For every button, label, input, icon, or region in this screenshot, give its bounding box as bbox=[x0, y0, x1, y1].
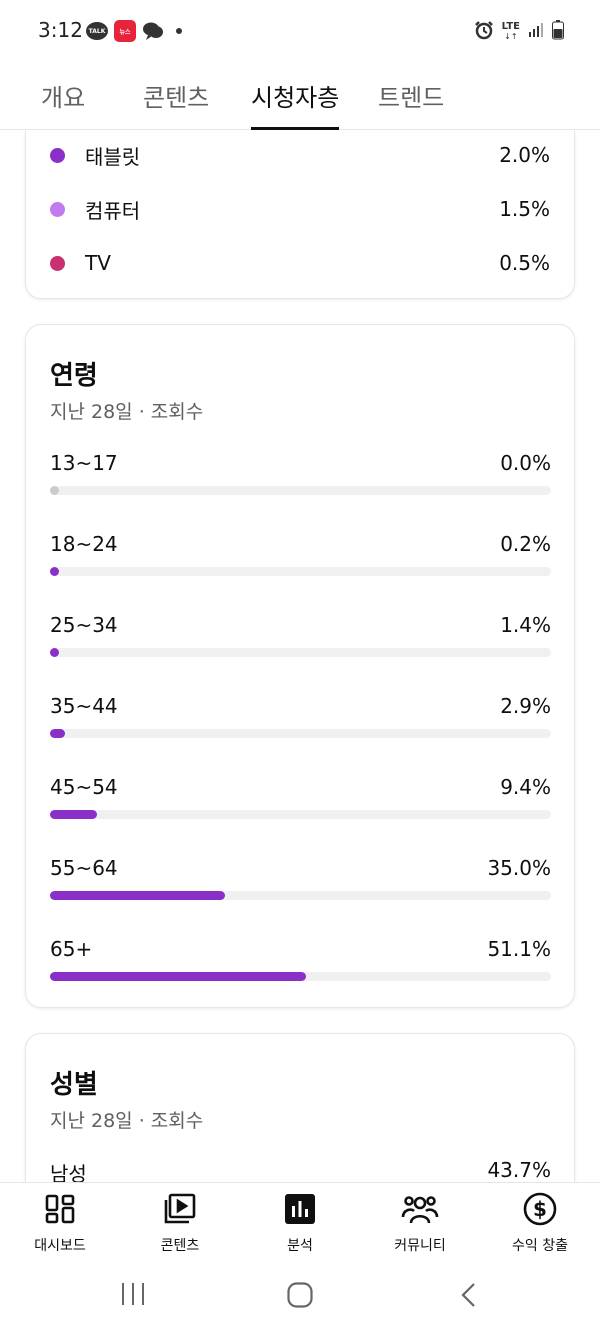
nav-monetization[interactable]: $ 수익 창출 bbox=[480, 1191, 600, 1255]
age-row: 13~17 0.0% bbox=[50, 451, 551, 521]
gender-card: 성별 지난 28일 · 조회수 남성 43.7% bbox=[25, 1033, 575, 1182]
age-label: 18~24 bbox=[50, 532, 118, 556]
legend-dot bbox=[50, 255, 65, 271]
more-notifications-dot-icon bbox=[176, 28, 182, 34]
gender-row: 남성 43.7% bbox=[50, 1158, 551, 1182]
device-type-card: 태블릿 2.0% 컴퓨터 1.5% TV 0.5% bbox=[25, 131, 575, 299]
age-bar-track bbox=[50, 729, 551, 738]
age-bar-track bbox=[50, 891, 551, 900]
kakaotalk-icon: TALK bbox=[86, 22, 108, 40]
device-label: 컴퓨터 bbox=[85, 198, 141, 223]
age-bar-track bbox=[50, 810, 551, 819]
age-bar-fill bbox=[50, 729, 65, 738]
tab-content[interactable]: 콘텐츠 bbox=[143, 78, 209, 130]
age-label: 65+ bbox=[50, 937, 93, 961]
notification-icons: TALK 뉴스 bbox=[86, 20, 182, 42]
device-value: 2.0% bbox=[499, 143, 550, 167]
age-card: 연령 지난 28일 · 조회수 13~17 0.0% 18~24 0.2% 25… bbox=[25, 324, 575, 1008]
age-value: 0.0% bbox=[500, 451, 551, 475]
card-subtitle: 지난 28일 · 조회수 bbox=[50, 401, 204, 423]
content-icon bbox=[120, 1191, 240, 1227]
device-value: 0.5% bbox=[499, 251, 550, 275]
age-row: 35~44 2.9% bbox=[50, 694, 551, 764]
age-bar-track bbox=[50, 567, 551, 576]
legend-dot bbox=[50, 201, 65, 217]
community-icon bbox=[360, 1191, 480, 1227]
analytics-content[interactable]: 태블릿 2.0% 컴퓨터 1.5% TV 0.5% 연령 지난 28일 · 조회… bbox=[0, 131, 600, 1182]
analytics-icon bbox=[240, 1191, 360, 1227]
device-row-tv: TV 0.5% bbox=[50, 248, 550, 278]
age-value: 2.9% bbox=[500, 694, 551, 718]
svg-text:$: $ bbox=[533, 1197, 547, 1221]
card-title: 연령 bbox=[50, 361, 98, 391]
tab-audience[interactable]: 시청자층 bbox=[251, 78, 340, 130]
age-bar-track bbox=[50, 648, 551, 657]
system-icons: LTE ↓↑ bbox=[474, 20, 564, 44]
status-time: 3:12 bbox=[38, 18, 83, 42]
nav-dashboard[interactable]: 대시보드 bbox=[0, 1191, 120, 1255]
age-value: 51.1% bbox=[487, 937, 551, 961]
age-value: 35.0% bbox=[487, 856, 551, 880]
dashboard-icon bbox=[0, 1191, 120, 1227]
age-value: 9.4% bbox=[500, 775, 551, 799]
home-icon[interactable] bbox=[287, 1282, 313, 1312]
age-bar-fill bbox=[50, 972, 306, 981]
age-label: 25~34 bbox=[50, 613, 118, 637]
age-bar-fill bbox=[50, 648, 59, 657]
device-label: TV bbox=[85, 251, 111, 275]
alarm-icon bbox=[474, 20, 494, 44]
device-value: 1.5% bbox=[499, 197, 550, 221]
age-value: 1.4% bbox=[500, 613, 551, 637]
nav-content[interactable]: 콘텐츠 bbox=[120, 1191, 240, 1255]
device-row-tablet: 태블릿 2.0% bbox=[50, 140, 550, 170]
age-row: 65+ 51.1% bbox=[50, 937, 551, 1007]
nav-label: 분석 bbox=[287, 1238, 313, 1254]
tab-trends[interactable]: 트렌드 bbox=[378, 78, 444, 130]
chat-bubble-icon bbox=[142, 21, 164, 41]
analytics-tabs: 개요 콘텐츠 시청자층 트렌드 bbox=[0, 62, 600, 130]
age-bar-track bbox=[50, 972, 551, 981]
age-label: 35~44 bbox=[50, 694, 118, 718]
device-row-computer: 컴퓨터 1.5% bbox=[50, 194, 550, 224]
card-title: 성별 bbox=[50, 1070, 98, 1100]
recent-apps-icon[interactable] bbox=[120, 1282, 146, 1310]
nav-label: 수익 창출 bbox=[512, 1238, 568, 1254]
age-value: 0.2% bbox=[500, 532, 551, 556]
age-row: 45~54 9.4% bbox=[50, 775, 551, 845]
network-type: LTE ↓↑ bbox=[501, 21, 520, 42]
bottom-navigation: 대시보드 콘텐츠 분석 커뮤니티 $ 수익 창출 bbox=[0, 1182, 600, 1254]
age-bar-fill bbox=[50, 486, 59, 495]
gender-value: 43.7% bbox=[487, 1158, 551, 1182]
card-subtitle: 지난 28일 · 조회수 bbox=[50, 1110, 204, 1132]
age-row: 18~24 0.2% bbox=[50, 532, 551, 602]
age-row: 25~34 1.4% bbox=[50, 613, 551, 683]
nav-label: 대시보드 bbox=[34, 1238, 86, 1254]
system-navigation-bar bbox=[0, 1254, 600, 1333]
gender-label: 남성 bbox=[50, 1162, 87, 1182]
age-label: 55~64 bbox=[50, 856, 118, 880]
tab-overview[interactable]: 개요 bbox=[41, 78, 85, 130]
age-bar-fill bbox=[50, 810, 97, 819]
legend-dot bbox=[50, 147, 65, 163]
monetization-icon: $ bbox=[480, 1191, 600, 1227]
age-label: 45~54 bbox=[50, 775, 118, 799]
nav-analytics[interactable]: 분석 bbox=[240, 1191, 360, 1255]
signal-icon bbox=[528, 22, 544, 42]
nav-label: 콘텐츠 bbox=[160, 1238, 200, 1254]
age-label: 13~17 bbox=[50, 451, 118, 475]
nav-community[interactable]: 커뮤니티 bbox=[360, 1191, 480, 1255]
age-bar-fill bbox=[50, 567, 59, 576]
age-bar-fill bbox=[50, 891, 225, 900]
nav-label: 커뮤니티 bbox=[394, 1238, 446, 1254]
news-app-icon: 뉴스 bbox=[114, 20, 136, 42]
device-label: 태블릿 bbox=[85, 144, 141, 169]
back-icon[interactable] bbox=[460, 1282, 478, 1312]
battery-icon bbox=[552, 20, 564, 44]
age-bar-track bbox=[50, 486, 551, 495]
status-bar: 3:12 TALK 뉴스 LTE ↓↑ bbox=[0, 0, 600, 62]
age-row: 55~64 35.0% bbox=[50, 856, 551, 926]
